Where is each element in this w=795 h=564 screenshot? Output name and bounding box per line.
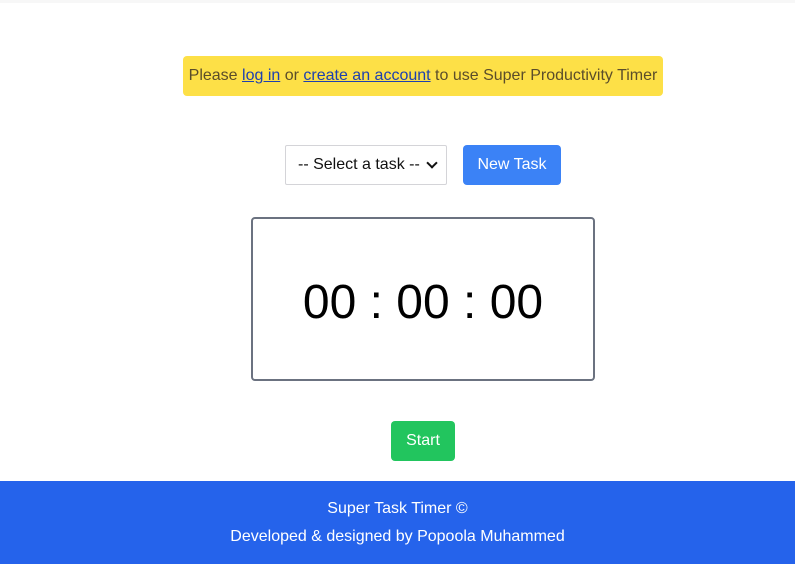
timer-box: 00 : 00 : 00 — [251, 217, 595, 381]
timer-display: 00 : 00 : 00 — [303, 275, 543, 330]
timer-separator: : — [356, 275, 397, 329]
start-button[interactable]: Start — [391, 421, 455, 461]
new-task-button[interactable]: New Task — [463, 145, 561, 185]
login-alert: Please log in or create an account to us… — [183, 56, 663, 96]
footer-copyright: Super Task Timer © — [327, 500, 468, 517]
footer-credits: Developed & designed by Popoola Muhammed — [230, 528, 565, 545]
alert-suffix: to use Super Productivity Timer — [430, 67, 658, 84]
page: Please log in or create an account to us… — [0, 0, 795, 564]
timer-seconds: 00 — [489, 275, 544, 329]
timer-separator: : — [449, 275, 490, 329]
alert-middle: or — [280, 67, 304, 84]
timer-minutes: 00 — [396, 275, 450, 329]
footer: Super Task Timer © Developed & designed … — [0, 481, 795, 564]
timer-hours: 00 — [302, 275, 357, 329]
create-account-link[interactable]: create an account — [303, 67, 430, 84]
chevron-down-icon — [426, 157, 438, 169]
task-select-value: -- Select a task -- — [298, 156, 420, 173]
task-controls: -- Select a task -- New Task — [285, 145, 561, 185]
alert-prefix: Please — [188, 67, 243, 84]
login-link[interactable]: log in — [242, 67, 280, 84]
task-select[interactable]: -- Select a task -- — [285, 145, 447, 185]
top-strip — [0, 0, 795, 3]
